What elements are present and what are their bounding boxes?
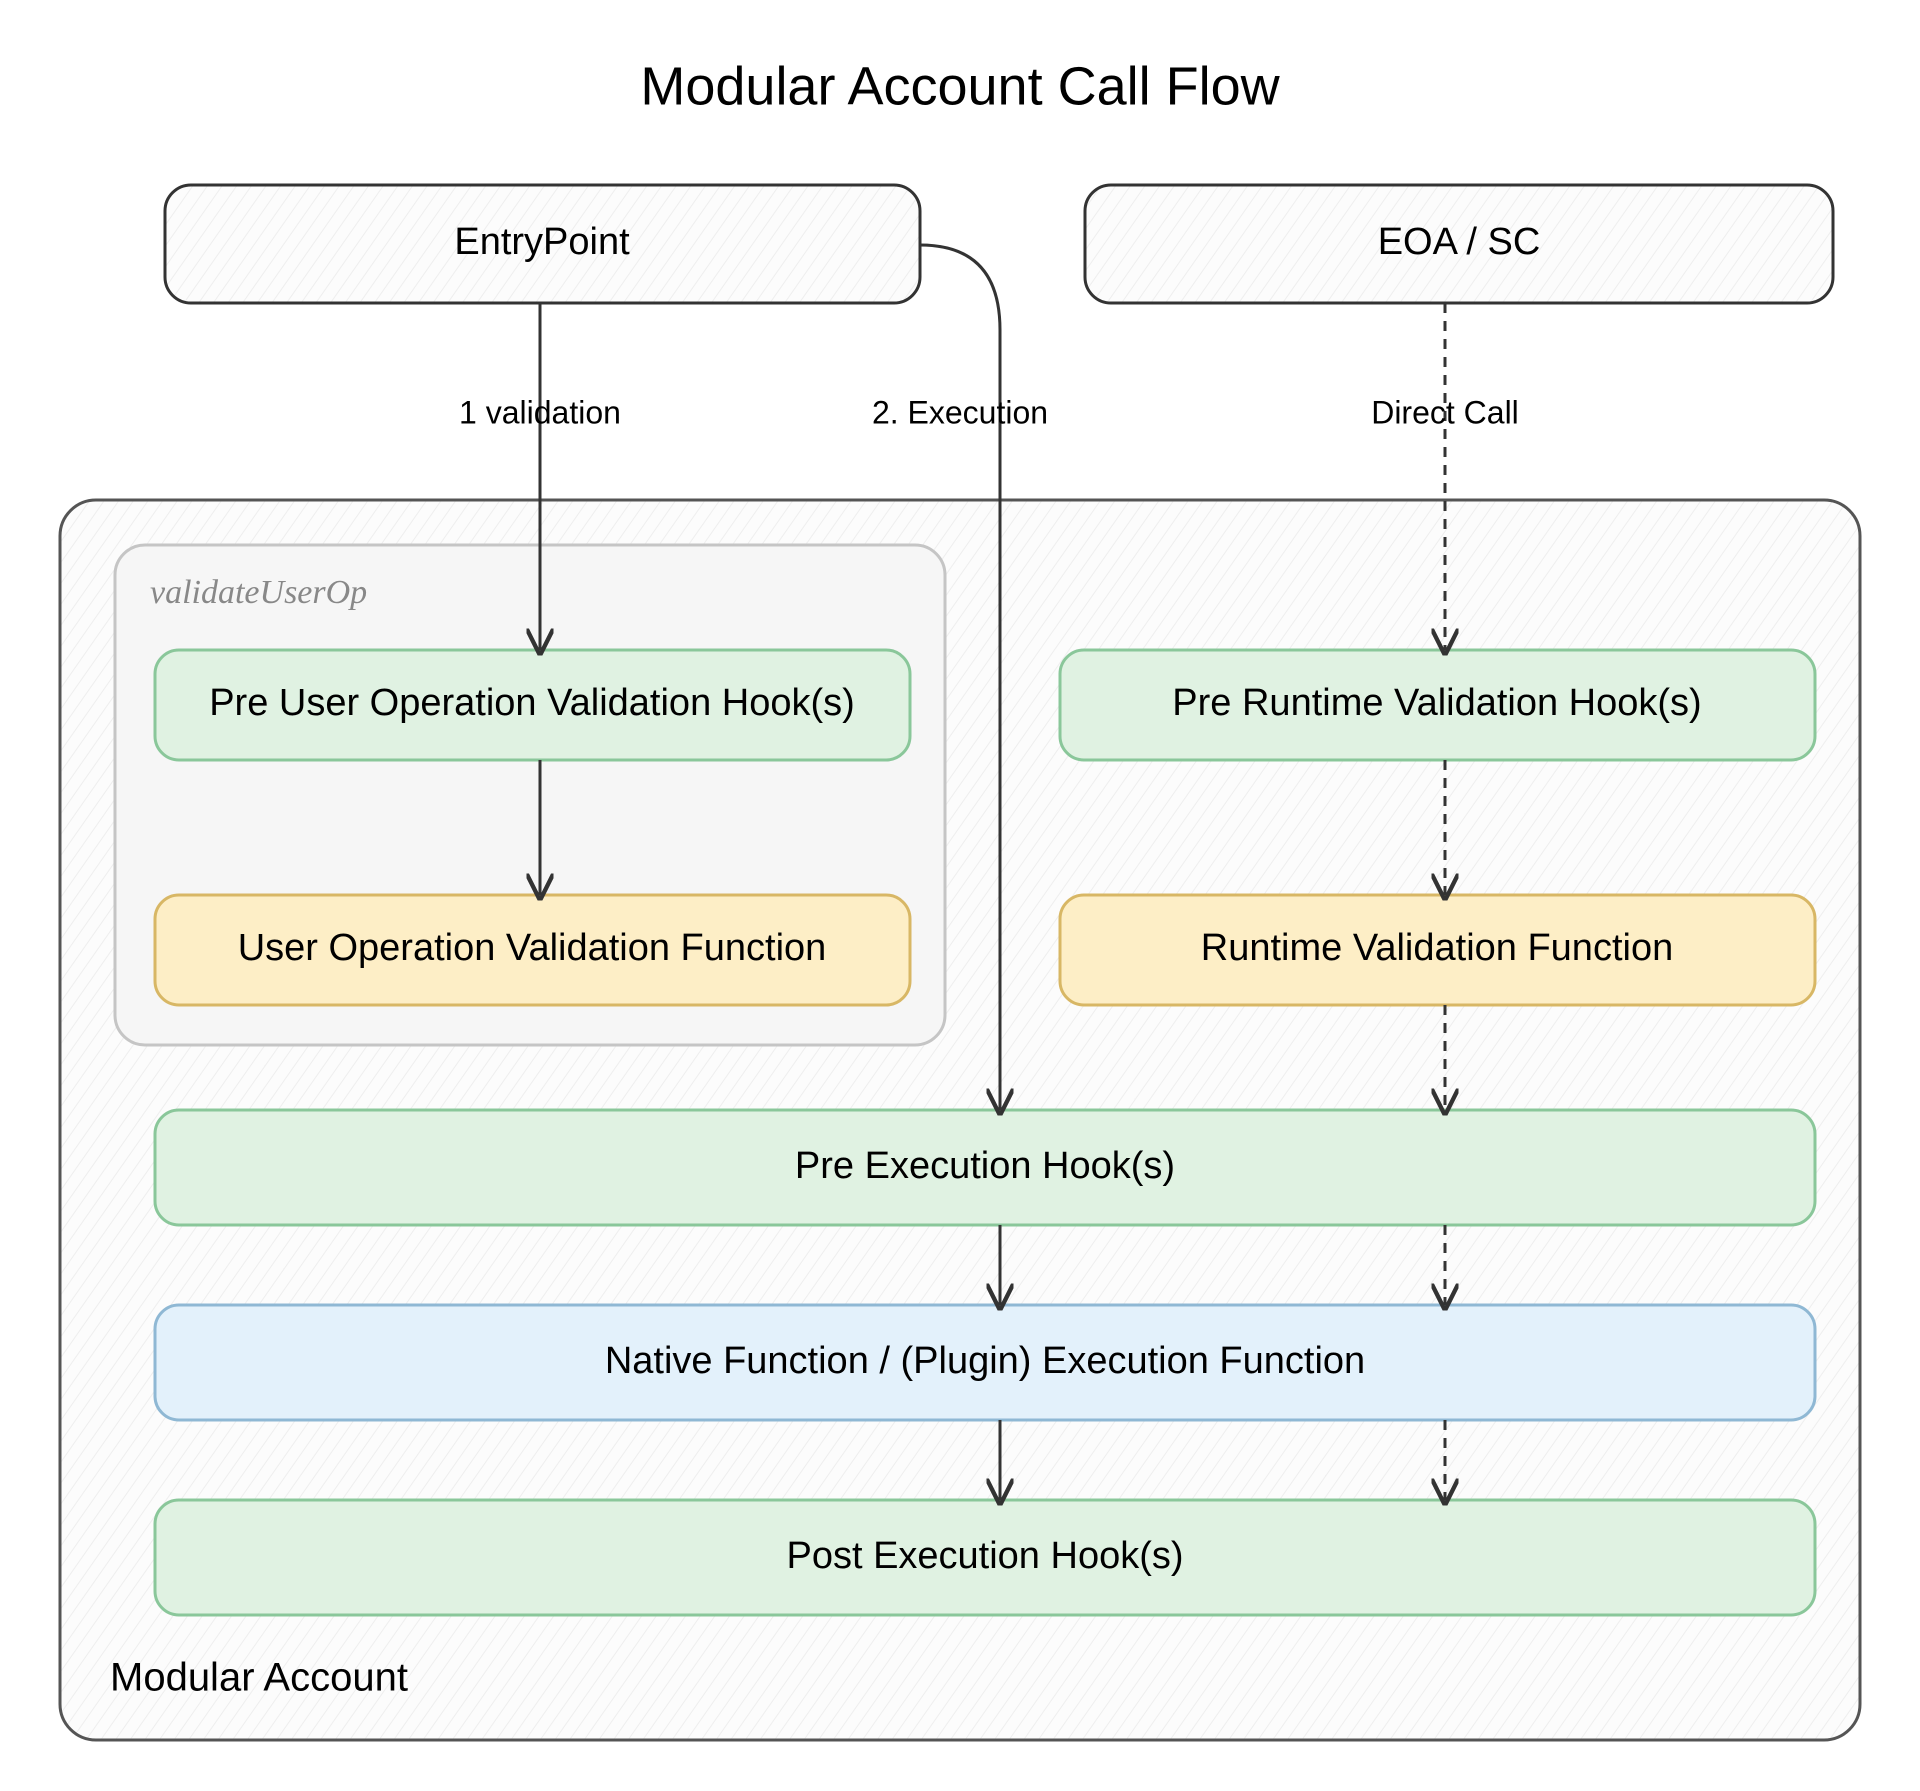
diagram-title: Modular Account Call Flow [640, 56, 1280, 116]
arrow-direct-label: Direct Call [1371, 394, 1519, 430]
modular-account-label: Modular Account [110, 1656, 408, 1700]
entrypoint-box: EntryPoint [165, 185, 920, 303]
runtime-validation-label: Runtime Validation Function [1201, 927, 1673, 969]
pre-runtime-hook-label: Pre Runtime Validation Hook(s) [1172, 682, 1701, 724]
entrypoint-label: EntryPoint [454, 221, 630, 263]
native-function-box: Native Function / (Plugin) Execution Fun… [155, 1305, 1815, 1420]
call-flow-diagram: Modular Account Call Flow Modular Accoun… [0, 0, 1920, 1791]
userop-validation-label: User Operation Validation Function [238, 927, 827, 969]
eoa-label: EOA / SC [1378, 221, 1541, 263]
pre-userop-hook-label: Pre User Operation Validation Hook(s) [209, 682, 855, 724]
pre-userop-hook-box: Pre User Operation Validation Hook(s) [155, 650, 910, 760]
arrow-execution-label: 2. Execution [872, 394, 1048, 430]
post-execution-hook-box: Post Execution Hook(s) [155, 1500, 1815, 1615]
runtime-validation-box: Runtime Validation Function [1060, 895, 1815, 1005]
eoa-box: EOA / SC [1085, 185, 1833, 303]
pre-execution-hook-label: Pre Execution Hook(s) [795, 1145, 1175, 1187]
native-function-label: Native Function / (Plugin) Execution Fun… [605, 1340, 1365, 1382]
validate-userop-label: validateUserOp [150, 574, 367, 611]
arrow-validation-label: 1 validation [459, 394, 621, 430]
post-execution-hook-label: Post Execution Hook(s) [786, 1535, 1183, 1577]
pre-runtime-hook-box: Pre Runtime Validation Hook(s) [1060, 650, 1815, 760]
pre-execution-hook-box: Pre Execution Hook(s) [155, 1110, 1815, 1225]
userop-validation-box: User Operation Validation Function [155, 895, 910, 1005]
